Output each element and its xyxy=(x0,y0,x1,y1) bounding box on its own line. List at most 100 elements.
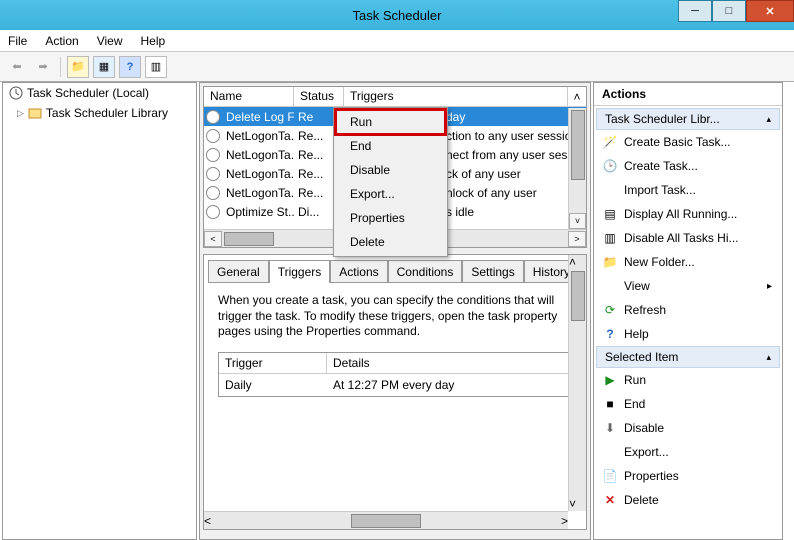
tab-settings[interactable]: Settings xyxy=(462,260,523,283)
titlebar: Task Scheduler ─ □ ✕ xyxy=(0,0,794,30)
task-icon xyxy=(206,148,220,162)
refresh-icon[interactable]: ▥ xyxy=(145,56,167,78)
separator xyxy=(60,57,61,77)
scroll-down-icon[interactable]: ˅ xyxy=(569,497,586,511)
scroll-thumb[interactable] xyxy=(351,514,421,528)
scroll-right-icon[interactable]: ˃ xyxy=(568,231,586,247)
stop-icon: ■ xyxy=(602,396,618,412)
task-name: NetLogonTa... xyxy=(222,129,294,143)
task-icon xyxy=(206,167,220,181)
ctx-disable[interactable]: Disable xyxy=(336,158,445,182)
detail-panel: General Triggers Actions Conditions Sett… xyxy=(203,254,587,530)
actions-header: Actions xyxy=(594,83,782,106)
task-name: Delete Log F... xyxy=(222,110,294,124)
action-end[interactable]: ■End xyxy=(596,392,780,416)
detail-tabs: General Triggers Actions Conditions Sett… xyxy=(204,255,586,282)
scroll-left-icon[interactable]: ˂ xyxy=(204,231,222,247)
task-trigger: ck of any user xyxy=(442,167,525,181)
menu-file[interactable]: File xyxy=(8,34,27,48)
scroll-up-icon[interactable]: ˄ xyxy=(568,87,586,106)
tab-actions[interactable]: Actions xyxy=(330,260,387,283)
action-create-task[interactable]: 🕒Create Task... xyxy=(596,154,780,178)
expand-icon[interactable]: ▷ xyxy=(17,108,24,119)
help-icon[interactable]: ? xyxy=(119,56,141,78)
ctx-properties[interactable]: Properties xyxy=(336,206,445,230)
action-disable-all[interactable]: ▥Disable All Tasks Hi... xyxy=(596,226,780,250)
running-icon: ▤ xyxy=(602,206,618,222)
task-trigger: nect from any user sess xyxy=(442,148,577,162)
menu-action[interactable]: Action xyxy=(45,34,78,48)
trigger-row[interactable]: Daily At 12:27 PM every day xyxy=(219,374,571,396)
task-name: NetLogonTa... xyxy=(222,186,294,200)
trigger-col-trigger[interactable]: Trigger xyxy=(219,353,327,373)
minimize-button[interactable]: ─ xyxy=(678,0,712,22)
menu-view[interactable]: View xyxy=(97,34,123,48)
action-import-task[interactable]: Import Task... xyxy=(596,178,780,202)
action-display-running[interactable]: ▤Display All Running... xyxy=(596,202,780,226)
tab-conditions[interactable]: Conditions xyxy=(388,260,463,283)
collapse-icon[interactable]: ▴ xyxy=(766,114,771,125)
scroll-right-icon[interactable]: ˃ xyxy=(561,514,568,528)
forward-button[interactable]: ➡ xyxy=(32,56,54,78)
scroll-up-icon[interactable]: ˄ xyxy=(569,255,586,269)
scroll-left-icon[interactable]: ˂ xyxy=(204,514,211,528)
actions-section-library[interactable]: Task Scheduler Libr... ▴ xyxy=(596,108,780,130)
export-icon xyxy=(602,444,618,460)
action-refresh[interactable]: ⟳Refresh xyxy=(596,298,780,322)
scroll-thumb[interactable] xyxy=(571,271,585,321)
action-run[interactable]: ▶Run xyxy=(596,368,780,392)
tree-root[interactable]: Task Scheduler (Local) xyxy=(3,83,196,103)
panel-icon[interactable]: ▦ xyxy=(93,56,115,78)
ctx-run[interactable]: Run xyxy=(336,110,445,134)
tab-body: When you create a task, you can specify … xyxy=(208,282,582,520)
scroll-thumb[interactable] xyxy=(224,232,274,246)
ctx-delete[interactable]: Delete xyxy=(336,230,445,254)
clock-icon xyxy=(9,86,23,100)
action-properties[interactable]: 📄Properties xyxy=(596,464,780,488)
trigger-value: Daily xyxy=(225,378,333,392)
action-create-basic-task[interactable]: 🪄Create Basic Task... xyxy=(596,130,780,154)
col-status[interactable]: Status xyxy=(294,87,344,106)
collapse-icon[interactable]: ▴ xyxy=(766,352,771,363)
task-name: NetLogonTa... xyxy=(222,167,294,181)
help-icon: ? xyxy=(602,326,618,342)
col-triggers[interactable]: Triggers xyxy=(344,87,568,106)
action-view[interactable]: View xyxy=(596,274,780,298)
tab-general[interactable]: General xyxy=(208,260,269,283)
toolbar: ⬅ ➡ 📁 ▦ ? ▥ xyxy=(0,52,794,82)
detail-vertical-scrollbar[interactable]: ˄ ˅ xyxy=(568,255,586,511)
action-delete[interactable]: ✕Delete xyxy=(596,488,780,512)
ctx-export[interactable]: Export... xyxy=(336,182,445,206)
action-disable[interactable]: ⬇Disable xyxy=(596,416,780,440)
col-name[interactable]: Name xyxy=(204,87,294,106)
action-new-folder[interactable]: 📁New Folder... xyxy=(596,250,780,274)
view-icon xyxy=(602,278,618,294)
menu-help[interactable]: Help xyxy=(141,34,166,48)
task-icon xyxy=(206,186,220,200)
maximize-button[interactable]: □ xyxy=(712,0,746,22)
refresh-icon: ⟳ xyxy=(602,302,618,318)
tree-library-label: Task Scheduler Library xyxy=(46,106,168,120)
middle-pane: Name Status Triggers ˄ Delete Log F... R… xyxy=(199,82,591,540)
action-export[interactable]: Export... xyxy=(596,440,780,464)
ctx-end[interactable]: End xyxy=(336,134,445,158)
trigger-table: Trigger Details Daily At 12:27 PM every … xyxy=(218,352,572,397)
action-help[interactable]: ?Help xyxy=(596,322,780,346)
task-trigger: nlock of any user xyxy=(442,186,541,200)
disable-arrow-icon: ⬇ xyxy=(602,420,618,436)
scroll-down-icon[interactable]: ˅ xyxy=(569,213,586,229)
close-button[interactable]: ✕ xyxy=(746,0,794,22)
back-button[interactable]: ⬅ xyxy=(6,56,28,78)
folder-icon[interactable]: 📁 xyxy=(67,56,89,78)
trigger-col-details[interactable]: Details xyxy=(327,353,571,373)
detail-horizontal-scrollbar[interactable]: ˂ ˃ xyxy=(204,511,568,529)
tree-root-label: Task Scheduler (Local) xyxy=(27,86,149,100)
scroll-thumb[interactable] xyxy=(571,110,585,180)
tab-triggers[interactable]: Triggers xyxy=(269,260,331,283)
delete-icon: ✕ xyxy=(602,492,618,508)
vertical-scrollbar[interactable]: ˅ xyxy=(568,108,586,229)
tree-library[interactable]: ▷ Task Scheduler Library xyxy=(3,103,196,123)
task-name: NetLogonTa... xyxy=(222,148,294,162)
actions-section-selected[interactable]: Selected Item ▴ xyxy=(596,346,780,368)
import-icon xyxy=(602,182,618,198)
